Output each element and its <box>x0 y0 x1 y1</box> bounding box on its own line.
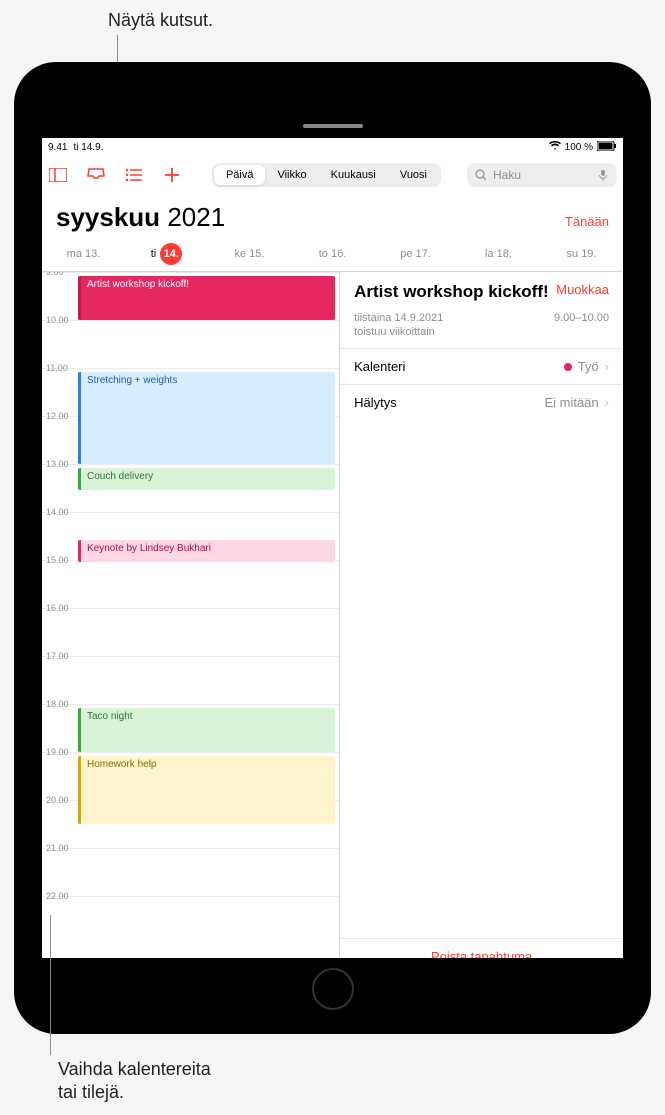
callout-switch-calendars: Vaihda kalentereita tai tilejä. <box>58 1058 211 1105</box>
hour-row: 17.00 <box>42 656 339 704</box>
hour-label: 16.00 <box>46 603 69 613</box>
plus-icon[interactable] <box>162 165 182 185</box>
ipad-frame: 9.41 ti 14.9. 100 % <box>14 62 651 1034</box>
day-timeline[interactable]: 9.0010.0011.0012.0013.0014.0015.0016.001… <box>42 272 340 958</box>
multitask-handle <box>303 124 363 128</box>
hour-label: 11.00 <box>46 363 68 373</box>
seg-month[interactable]: Kuukausi <box>319 165 388 185</box>
hour-label: 18.00 <box>46 699 69 709</box>
event-repeat: toistuu viikoittain <box>354 326 443 338</box>
chevron-right-icon: › <box>605 359 609 374</box>
home-button[interactable] <box>312 968 354 1010</box>
status-time: 9.41 <box>48 142 67 153</box>
event-title: Artist workshop kickoff! <box>354 282 549 302</box>
view-segmented-control: Päivä Viikko Kuukausi Vuosi <box>212 163 441 187</box>
weekday-ti[interactable]: ti 14. <box>125 243 208 265</box>
hour-label: 21.00 <box>46 843 69 853</box>
hour-label: 12.00 <box>46 411 69 421</box>
screen: 9.41 ti 14.9. 100 % <box>42 138 623 958</box>
seg-year[interactable]: Vuosi <box>388 165 439 185</box>
weekday-ke[interactable]: ke 15. <box>208 243 291 265</box>
chevron-right-icon: › <box>605 395 609 410</box>
weekday-ma[interactable]: ma 13. <box>42 243 125 265</box>
wifi-icon <box>549 141 561 154</box>
status-date: ti 14.9. <box>73 142 103 153</box>
alarm-row[interactable]: Hälytys Ei mitään › <box>340 384 623 420</box>
search-placeholder: Haku <box>493 168 521 182</box>
search-icon <box>475 169 487 181</box>
search-input[interactable]: Haku <box>467 163 617 187</box>
hour-row: 15.00 <box>42 560 339 608</box>
weekday-pe[interactable]: pe 17. <box>374 243 457 265</box>
hour-label: 15.00 <box>46 555 69 565</box>
mic-icon[interactable] <box>597 169 609 181</box>
weekday-to[interactable]: to 16. <box>291 243 374 265</box>
list-icon[interactable] <box>124 165 144 185</box>
callout-show-invites: Näytä kutsut. <box>108 10 213 31</box>
inbox-icon[interactable] <box>86 165 106 185</box>
hour-label: 14.00 <box>46 507 69 517</box>
calendar-color-dot <box>564 363 572 371</box>
event-block[interactable]: Keynote by Lindsey Bukhari <box>78 540 335 562</box>
event-date: tiistaina 14.9.2021 <box>354 312 443 324</box>
calendar-row[interactable]: Kalenteri Työ › <box>340 348 623 384</box>
event-block[interactable]: Taco night <box>78 708 335 752</box>
weekday-strip: ma 13.ti 14.ke 15.to 16.pe 17.la 18.su 1… <box>42 237 623 272</box>
hour-label: 17.00 <box>46 651 69 661</box>
weekday-la[interactable]: la 18. <box>457 243 540 265</box>
edit-button[interactable]: Muokkaa <box>556 282 609 297</box>
main-content: 9.0010.0011.0012.0013.0014.0015.0016.001… <box>42 272 623 958</box>
calendar-label: Kalenteri <box>354 359 405 374</box>
alarm-label: Hälytys <box>354 395 397 410</box>
status-bar: 9.41 ti 14.9. 100 % <box>42 138 623 156</box>
delete-event-button[interactable]: Poista tapahtuma <box>340 938 623 958</box>
seg-day[interactable]: Päivä <box>214 165 266 185</box>
alarm-value: Ei mitään <box>544 395 598 410</box>
hour-row: 10.00 <box>42 320 339 368</box>
event-block[interactable]: Couch delivery <box>78 468 335 490</box>
weekday-su[interactable]: su 19. <box>540 243 623 265</box>
seg-week[interactable]: Viikko <box>265 165 318 185</box>
battery-icon <box>597 141 617 154</box>
hour-label: 22.00 <box>46 891 69 901</box>
hour-row: 22.00 <box>42 896 339 944</box>
toolbar: Päivä Viikko Kuukausi Vuosi Haku <box>42 156 623 194</box>
event-block[interactable]: Homework help <box>78 756 335 824</box>
event-block[interactable]: Artist workshop kickoff! <box>78 276 335 320</box>
event-detail-panel: Artist workshop kickoff! Muokkaa tiistai… <box>340 272 623 958</box>
event-time: 9.00–10.00 <box>554 312 609 338</box>
hour-label: 20.00 <box>46 795 69 805</box>
event-block[interactable]: Stretching + weights <box>78 372 335 464</box>
hour-row: 16.00 <box>42 608 339 656</box>
calendar-value: Työ <box>578 359 599 374</box>
hour-label: 10.00 <box>46 315 69 325</box>
battery-pct: 100 % <box>565 142 593 153</box>
hour-label: 19.00 <box>46 747 69 757</box>
hour-row: 21.00 <box>42 848 339 896</box>
hour-label: 13.00 <box>46 459 69 469</box>
sidebar-icon[interactable] <box>48 165 68 185</box>
page-title: syyskuu 2021 <box>56 202 225 233</box>
today-button[interactable]: Tänään <box>565 214 609 229</box>
header-row: syyskuu 2021 Tänään <box>42 194 623 237</box>
hour-label: 9.00 <box>46 272 64 277</box>
callout-line <box>50 915 51 1055</box>
